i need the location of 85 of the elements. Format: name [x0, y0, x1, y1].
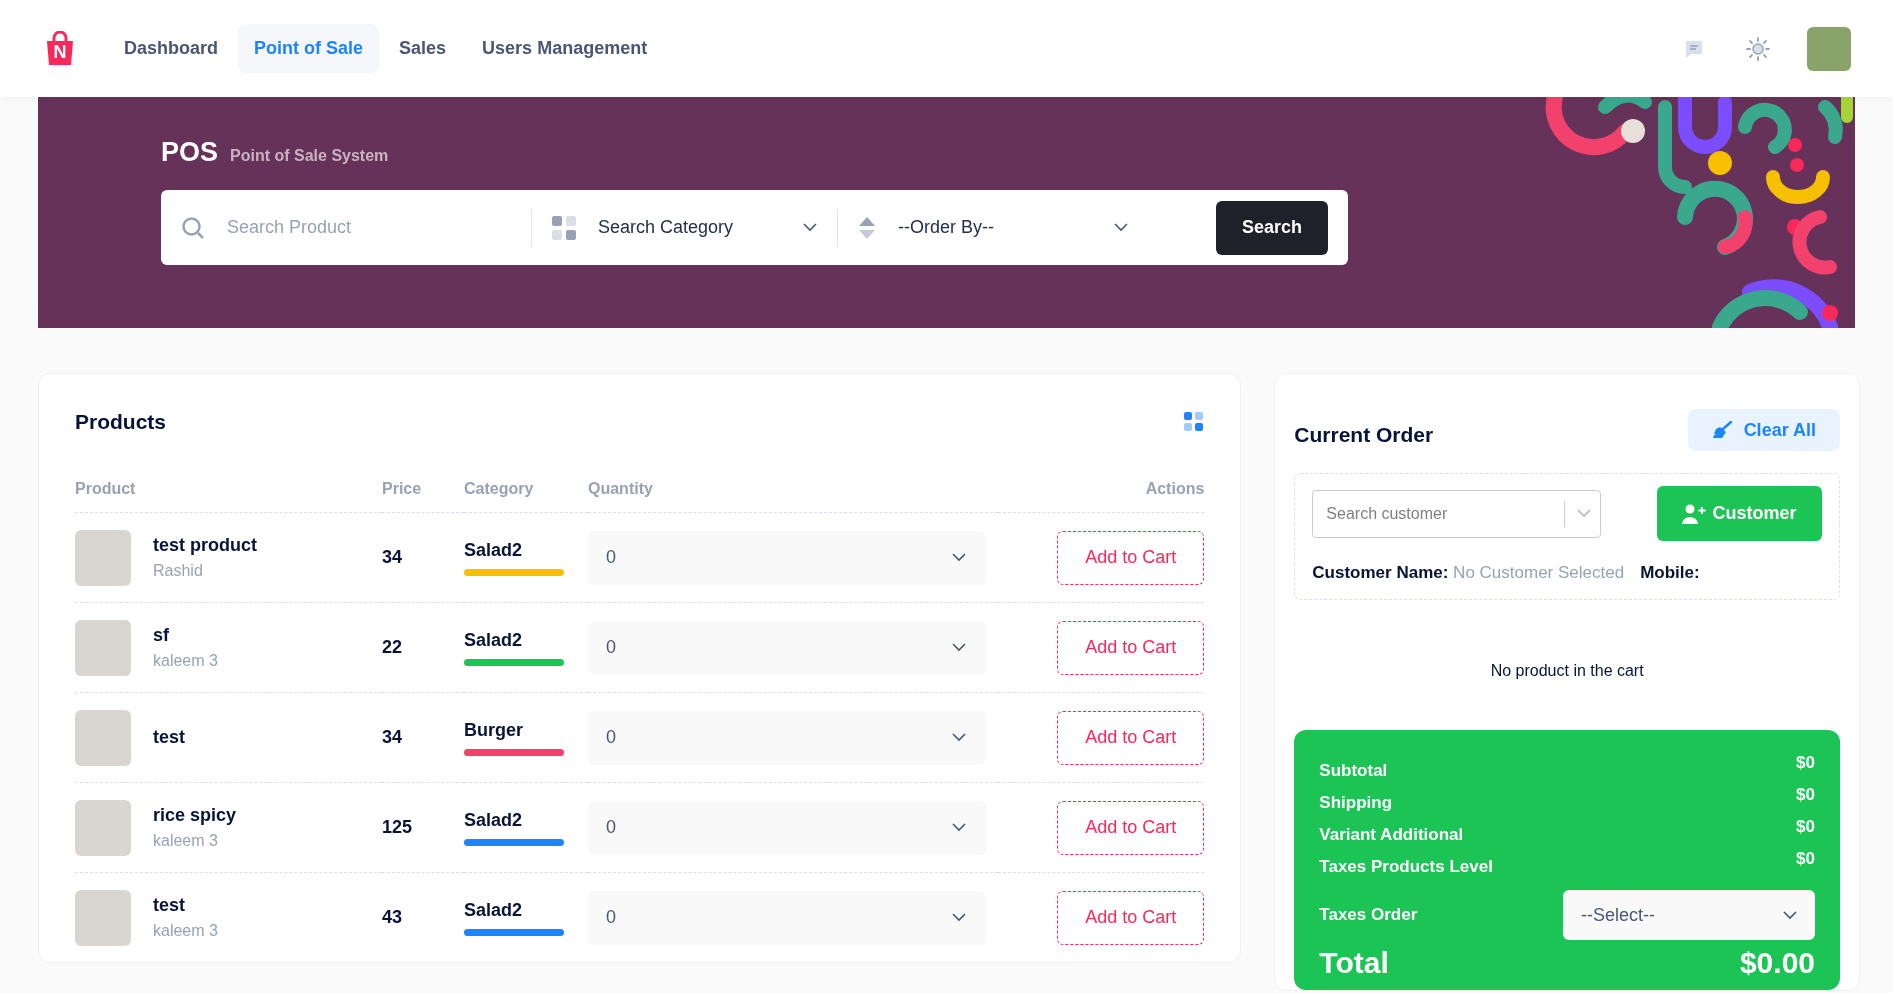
product-price: 43 — [382, 907, 403, 928]
page-title: POS — [161, 137, 219, 168]
product-price: 34 — [382, 727, 403, 748]
summary-label: Subtotal — [1319, 761, 1388, 781]
chevron-down-icon — [952, 733, 966, 742]
column-header: Category — [464, 479, 535, 499]
avatar[interactable] — [1807, 26, 1851, 71]
summary-value: $0 — [1796, 817, 1815, 837]
chevron-down-icon — [1577, 509, 1592, 518]
category-name: Burger — [464, 719, 524, 741]
product-name: test — [153, 895, 186, 916]
broom-icon — [1711, 421, 1732, 439]
mobile-label: Mobile: — [1640, 563, 1700, 583]
category-select[interactable]: Search Category — [552, 190, 817, 265]
product-price: 22 — [382, 637, 403, 658]
summary-label: Shipping — [1319, 793, 1393, 813]
quantity-select[interactable]: 0 — [588, 710, 986, 765]
chevron-down-icon — [952, 643, 966, 652]
summary-value: $0 — [1796, 753, 1815, 773]
category-name: Salad2 — [464, 629, 524, 651]
column-header: Price — [382, 479, 423, 499]
summary-value: $0 — [1796, 785, 1815, 805]
quantity-select[interactable]: 0 — [588, 530, 986, 585]
product-owner: kaleem 3 — [153, 832, 219, 850]
taxes-select[interactable]: --Select-- — [1563, 890, 1815, 940]
summary-label: Variant Additional — [1319, 825, 1464, 845]
search-icon — [181, 215, 205, 240]
page-subtitle: Point of Sale System — [230, 147, 389, 165]
chevron-down-icon — [1783, 910, 1797, 920]
photo-placeholder — [75, 619, 131, 676]
sun-icon[interactable] — [1745, 35, 1771, 62]
column-header: Quantity — [588, 479, 654, 499]
photo-placeholder — [75, 889, 131, 946]
product-price: 125 — [382, 817, 413, 838]
product-name: test product — [153, 535, 257, 556]
logo[interactable]: N — [42, 30, 78, 67]
grid-view-icon[interactable] — [1184, 412, 1205, 432]
product-price: 34 — [382, 547, 403, 568]
sort-icon — [858, 215, 876, 240]
chevron-down-icon — [952, 913, 966, 922]
column-header: Product — [75, 479, 137, 499]
quantity-select[interactable]: 0 — [588, 890, 986, 945]
empty-cart-message: No product in the cart — [1489, 662, 1645, 680]
photo-placeholder — [75, 799, 131, 856]
grid-icon — [552, 215, 576, 240]
add-to-cart-button[interactable]: Add to Cart — [1057, 620, 1205, 675]
product-owner: Rashid — [153, 562, 204, 580]
add-to-cart-button[interactable]: Add to Cart — [1057, 800, 1205, 855]
product-name: rice spicy — [153, 805, 237, 826]
chevron-down-icon — [803, 223, 817, 232]
chevron-down-icon — [952, 823, 966, 832]
nav-tab[interactable]: Dashboard — [108, 24, 235, 73]
customer-name-value: No Customer Selected — [1453, 563, 1625, 582]
summary-value: $0 — [1796, 849, 1815, 869]
category-name: Salad2 — [464, 899, 524, 921]
photo-placeholder — [75, 709, 131, 766]
taxes-order-label: Taxes Order — [1319, 905, 1418, 925]
add-user-icon — [1682, 503, 1707, 524]
add-to-cart-button[interactable]: Add to Cart — [1057, 710, 1205, 765]
search-button[interactable]: Search — [1215, 200, 1328, 255]
customer-search-field[interactable]: Search customer — [1312, 489, 1602, 538]
quantity-select[interactable]: 0 — [588, 620, 986, 675]
chevron-down-icon — [1114, 223, 1128, 232]
customer-name-label: Customer Name: — [1312, 563, 1449, 582]
nav-tab[interactable]: Users Management — [466, 24, 664, 73]
summary-label: Taxes Products Level — [1319, 857, 1493, 877]
product-name: test — [153, 727, 185, 748]
quantity-select[interactable]: 0 — [588, 800, 986, 855]
order-by-select[interactable]: --Order By-- — [858, 190, 1128, 265]
product-owner: kaleem 3 — [153, 652, 218, 670]
total-value: $0.00 — [1739, 946, 1815, 980]
nav-tab[interactable]: Sales — [383, 24, 463, 73]
category-name: Salad2 — [464, 539, 524, 561]
add-to-cart-button[interactable]: Add to Cart — [1057, 890, 1205, 945]
column-header: Actions — [1144, 479, 1205, 499]
add-to-cart-button[interactable]: Add to Cart — [1057, 530, 1205, 585]
card-title: Products — [75, 410, 166, 434]
photo-placeholder — [75, 529, 131, 586]
product-owner: kaleem 3 — [153, 922, 218, 940]
total-label: Total — [1319, 946, 1389, 980]
search-field[interactable]: Search Product — [225, 216, 479, 239]
category-name: Salad2 — [464, 809, 524, 831]
card-title: Current Order — [1294, 422, 1434, 447]
product-name: sf — [153, 625, 170, 646]
chevron-down-icon — [952, 553, 966, 562]
